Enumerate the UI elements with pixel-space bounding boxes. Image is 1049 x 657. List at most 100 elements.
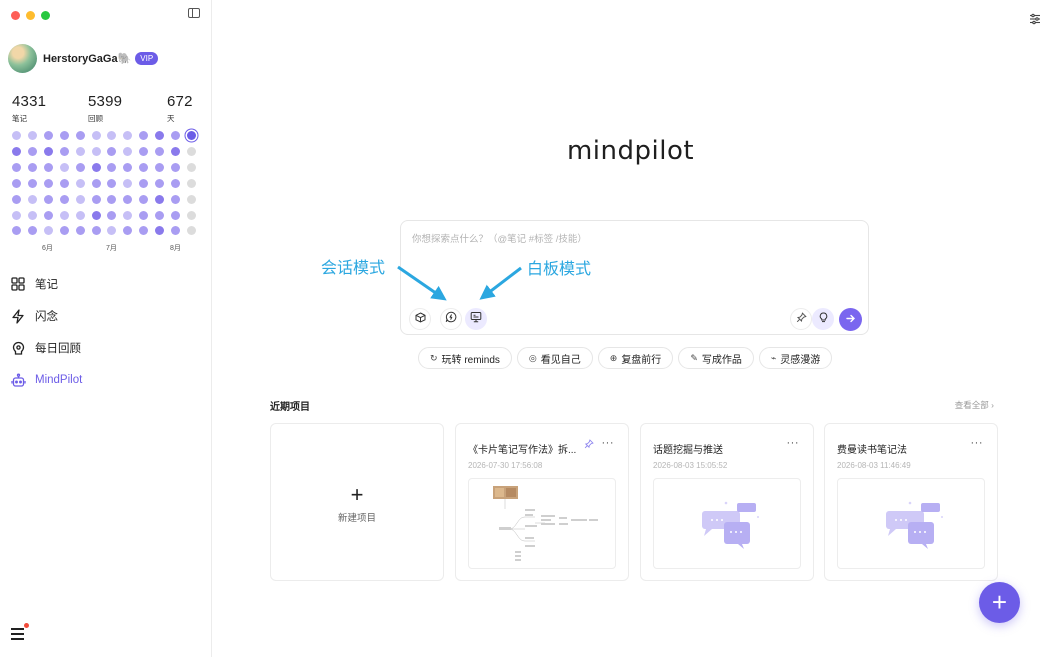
pinned-icon[interactable] bbox=[584, 439, 594, 451]
heatmap-cell[interactable] bbox=[139, 131, 149, 140]
heatmap-cell[interactable] bbox=[27, 178, 37, 188]
heatmap-cell[interactable] bbox=[75, 194, 85, 204]
heatmap-cell[interactable] bbox=[123, 131, 133, 140]
new-project-card[interactable]: + 新建项目 bbox=[270, 423, 444, 581]
sidebar-item-flash[interactable]: 闪念 bbox=[10, 300, 200, 332]
heatmap-cell[interactable] bbox=[27, 210, 37, 220]
heatmap-cell[interactable] bbox=[171, 162, 180, 172]
heatmap-cell[interactable] bbox=[12, 210, 21, 220]
chip-review-forward[interactable]: ⊕ 复盘前行 bbox=[597, 347, 674, 369]
heatmap-cell[interactable] bbox=[27, 194, 37, 204]
heatmap-cell[interactable] bbox=[155, 226, 165, 236]
heatmap-cell[interactable] bbox=[12, 162, 21, 172]
heatmap-cell[interactable] bbox=[155, 162, 165, 172]
minimize-window-button[interactable] bbox=[26, 11, 35, 20]
avatar[interactable] bbox=[8, 44, 37, 73]
heatmap-cell[interactable] bbox=[155, 210, 165, 220]
heatmap-cell[interactable] bbox=[171, 226, 180, 236]
heatmap-cell[interactable] bbox=[59, 194, 69, 204]
heatmap-cell[interactable] bbox=[186, 210, 196, 220]
project-card[interactable]: 话题挖掘与推送 ··· 2026-08-03 15:05:52 bbox=[640, 423, 814, 581]
zoom-window-button[interactable] bbox=[41, 11, 50, 20]
heatmap-cell[interactable] bbox=[107, 226, 117, 236]
lightbulb-button[interactable] bbox=[812, 308, 834, 330]
heatmap-cell[interactable] bbox=[43, 146, 53, 156]
pin-button[interactable] bbox=[790, 308, 812, 330]
stat-notes[interactable]: 4331 笔记 bbox=[12, 93, 46, 124]
heatmap-cell[interactable] bbox=[27, 131, 37, 140]
heatmap-cell[interactable] bbox=[43, 210, 53, 220]
chat-composer[interactable]: 你想探索点什么？（@笔记 #标签 /技能） bbox=[400, 220, 869, 335]
heatmap-cell[interactable] bbox=[123, 178, 133, 188]
heatmap-cell[interactable] bbox=[107, 178, 117, 188]
heatmap-cell[interactable] bbox=[139, 178, 149, 188]
whiteboard-mode-button[interactable] bbox=[465, 308, 487, 330]
heatmap-cell[interactable] bbox=[59, 210, 69, 220]
heatmap-cell[interactable] bbox=[186, 146, 196, 156]
heatmap-cell[interactable] bbox=[107, 210, 117, 220]
heatmap-cell[interactable] bbox=[12, 226, 21, 236]
heatmap-cell[interactable] bbox=[186, 131, 196, 140]
chip-inspiration-roam[interactable]: ⌁ 灵感漫游 bbox=[758, 347, 833, 369]
heatmap-cell[interactable] bbox=[12, 178, 21, 188]
composer-input[interactable]: 你想探索点什么？（@笔记 #标签 /技能） bbox=[412, 231, 587, 245]
heatmap-cell[interactable] bbox=[186, 194, 196, 204]
heatmap-cell[interactable] bbox=[12, 146, 21, 156]
heatmap-cell[interactable] bbox=[75, 131, 85, 140]
heatmap-cell[interactable] bbox=[27, 226, 37, 236]
heatmap-cell[interactable] bbox=[186, 226, 196, 236]
heatmap-cell[interactable] bbox=[139, 226, 149, 236]
heatmap-cell[interactable] bbox=[91, 226, 101, 236]
heatmap-cell[interactable] bbox=[59, 146, 69, 156]
heatmap-cell[interactable] bbox=[186, 162, 196, 172]
add-fab-button[interactable]: + bbox=[979, 582, 1020, 623]
heatmap-cell[interactable] bbox=[43, 162, 53, 172]
heatmap-cell[interactable] bbox=[123, 210, 133, 220]
heatmap-cell[interactable] bbox=[107, 146, 117, 156]
heatmap-cell[interactable] bbox=[155, 194, 165, 204]
sidebar-item-mindpilot[interactable]: MindPilot bbox=[10, 364, 200, 396]
heatmap-cell[interactable] bbox=[75, 162, 85, 172]
heatmap-cell[interactable] bbox=[43, 226, 53, 236]
heatmap-cell[interactable] bbox=[91, 131, 101, 140]
chip-remind[interactable]: ↻ 玩转 reminds bbox=[418, 347, 512, 369]
chip-see-self[interactable]: ◎ 看见自己 bbox=[516, 347, 593, 369]
heatmap-cell[interactable] bbox=[59, 131, 69, 140]
heatmap-cell[interactable] bbox=[155, 178, 165, 188]
heatmap-cell[interactable] bbox=[171, 194, 180, 204]
heatmap-cell[interactable] bbox=[59, 162, 69, 172]
heatmap-cell[interactable] bbox=[107, 194, 117, 204]
heatmap-cell[interactable] bbox=[43, 194, 53, 204]
heatmap-cell[interactable] bbox=[91, 194, 101, 204]
heatmap-cell[interactable] bbox=[43, 131, 53, 140]
heatmap-cell[interactable] bbox=[155, 146, 165, 156]
view-all-link[interactable]: 查看全部 › bbox=[955, 399, 994, 411]
settings-sliders-icon[interactable] bbox=[1029, 12, 1041, 25]
heatmap-cell[interactable] bbox=[171, 131, 180, 140]
heatmap-cell[interactable] bbox=[139, 146, 149, 156]
heatmap-cell[interactable] bbox=[123, 162, 133, 172]
heatmap-cell[interactable] bbox=[123, 226, 133, 236]
hamburger-menu-icon[interactable] bbox=[11, 623, 29, 640]
heatmap-cell[interactable] bbox=[75, 210, 85, 220]
heatmap-cell[interactable] bbox=[27, 162, 37, 172]
heatmap-cell[interactable] bbox=[171, 146, 180, 156]
heatmap-cell[interactable] bbox=[91, 162, 101, 172]
heatmap-cell[interactable] bbox=[186, 178, 196, 188]
heatmap-cell[interactable] bbox=[59, 178, 69, 188]
send-button[interactable] bbox=[839, 308, 862, 331]
heatmap-cell[interactable] bbox=[75, 226, 85, 236]
heatmap-cell[interactable] bbox=[139, 162, 149, 172]
sidebar-item-daily-review[interactable]: 每日回顾 bbox=[10, 332, 200, 364]
heatmap-cell[interactable] bbox=[91, 210, 101, 220]
heatmap-cell[interactable] bbox=[91, 178, 101, 188]
heatmap-cell[interactable] bbox=[12, 194, 21, 204]
project-card[interactable]: 费曼读书笔记法 ··· 2026-08-03 11:46:49 bbox=[824, 423, 998, 581]
heatmap-cell[interactable] bbox=[12, 131, 21, 140]
cube-button[interactable] bbox=[409, 308, 431, 330]
heatmap-cell[interactable] bbox=[139, 194, 149, 204]
heatmap-cell[interactable] bbox=[155, 131, 165, 140]
heatmap-cell[interactable] bbox=[107, 131, 117, 140]
heatmap-cell[interactable] bbox=[91, 146, 101, 156]
heatmap-cell[interactable] bbox=[171, 178, 180, 188]
